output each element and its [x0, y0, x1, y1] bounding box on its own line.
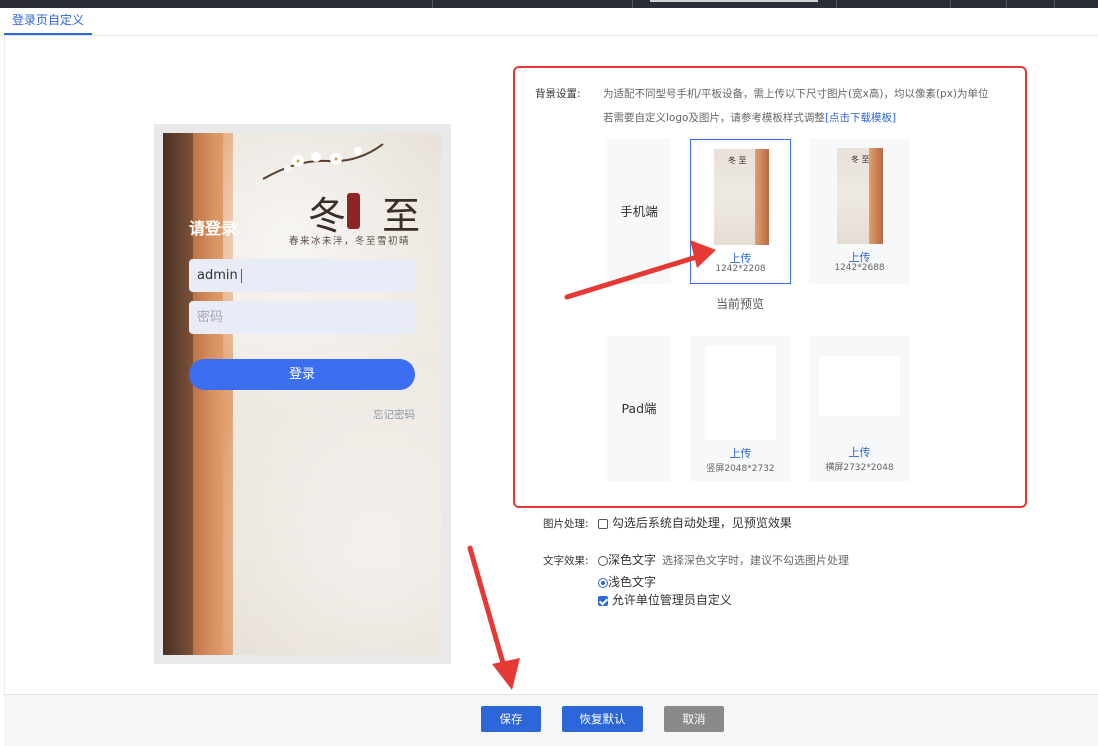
winter-solstice-title: 冬 至 [308, 194, 433, 238]
background-hint: 为适配不同型号手机/平板设备，需上传以下尺寸图片(宽x高)，均以像素(px)为单… [603, 88, 989, 100]
content-border [4, 36, 5, 696]
upload-link[interactable]: 上传 [690, 445, 791, 461]
size-label: 横屏2732*2048 [825, 463, 894, 473]
light-text-radio[interactable] [598, 577, 608, 588]
light-text-option[interactable]: 浅色文字 [598, 573, 656, 590]
tab-bar: 登录页自定义 [0, 8, 1098, 36]
image-processing-checkbox[interactable] [598, 518, 608, 529]
pad-card-landscape[interactable]: 上传 横屏2732*2048 [809, 336, 910, 481]
thumb-wood-decoration [755, 149, 769, 245]
toolbar-highlight [650, 0, 818, 2]
top-toolbar [0, 0, 1098, 8]
current-preview-label: 当前预览 [716, 297, 765, 311]
arrow-to-save-icon [467, 545, 520, 690]
size-label: 1242*2208 [715, 264, 766, 274]
toolbar-divider [632, 0, 633, 8]
poem-subtitle: 春来冰未泮，冬至雪初晴 [289, 236, 411, 247]
forgot-password-link[interactable]: 忘记密码 [373, 407, 415, 422]
allow-admin-option[interactable]: 允许单位管理员自定义 [598, 591, 732, 608]
toolbar-divider [1006, 0, 1007, 8]
save-button[interactable]: 保存 [481, 706, 541, 732]
toolbar-divider [1054, 0, 1055, 8]
text-effect-label: 文字效果: [543, 555, 589, 567]
thumb-title: 冬 至 [728, 156, 747, 165]
mobile-thumbnail: 冬 至 [714, 149, 769, 245]
pad-card-portrait[interactable]: 上传 竖屏2048*2732 [690, 336, 791, 481]
mobile-card-1242x2208[interactable]: 冬 至 上传 1242*2208 [690, 139, 791, 284]
size-label: 1242*2688 [834, 263, 885, 273]
mobile-card-1242x2688[interactable]: 冬 至 上传 1242*2688 [809, 139, 910, 284]
mobile-thumbnail: 冬 至 [837, 148, 883, 244]
upload-link[interactable]: 上传 [809, 444, 910, 460]
background-label: 背景设置: [535, 88, 581, 100]
phone-preview-frame: 冬 至 春来冰未泮，冬至雪初晴 请登录 admin 密码 登录 忘记密码 [154, 124, 451, 664]
wood-shadow-decoration [163, 133, 193, 655]
toolbar-divider [950, 0, 951, 8]
cancel-button[interactable]: 取消 [664, 706, 724, 732]
username-value: admin [197, 268, 238, 283]
phone-preview: 冬 至 春来冰未泮，冬至雪初晴 请登录 admin 密码 登录 忘记密码 [163, 133, 441, 655]
plum-blossom-icon [262, 143, 384, 180]
size-label: 竖屏2048*2732 [706, 464, 775, 474]
toolbar-divider [432, 0, 433, 8]
dark-text-note: 选择深色文字时，建议不勾选图片处理 [662, 554, 850, 567]
template-hint-text: 若需要自定义logo及图片，请参考模板样式调整 [603, 112, 825, 124]
mobile-row-label: 手机端 [607, 139, 671, 284]
image-processing-option[interactable]: 勾选后系统自动处理，见预览效果 [598, 514, 792, 531]
tab-login-page-custom[interactable]: 登录页自定义 [4, 8, 93, 35]
seal-stamp [347, 193, 360, 229]
pad-row-label: Pad端 [607, 336, 671, 481]
text-caret [240, 268, 242, 283]
light-text-label: 浅色文字 [608, 575, 657, 589]
allow-admin-label: 允许单位管理员自定义 [611, 593, 732, 607]
image-processing-label: 图片处理: [543, 518, 589, 530]
footer-bar [4, 694, 1098, 746]
reset-default-button[interactable]: 恢复默认 [562, 706, 643, 732]
pad-landscape-placeholder [819, 356, 900, 416]
allow-admin-checkbox[interactable] [598, 595, 608, 606]
template-hint: 若需要自定义logo及图片，请参考模板样式调整[点击下载模板] [603, 110, 896, 125]
dark-text-label: 深色文字 [608, 553, 657, 567]
login-button[interactable]: 登录 [189, 359, 415, 390]
thumb-wood-decoration [869, 148, 883, 244]
image-processing-text: 勾选后系统自动处理，见预览效果 [611, 516, 792, 530]
dark-text-option[interactable]: 深色文字 选择深色文字时，建议不勾选图片处理 [598, 551, 849, 568]
dark-text-radio[interactable] [598, 555, 608, 566]
login-title: 请登录 [189, 219, 238, 238]
password-input[interactable]: 密码 [189, 301, 415, 334]
username-input[interactable]: admin [189, 259, 415, 292]
thumb-title: 冬 至 [851, 155, 870, 164]
pad-portrait-placeholder [705, 346, 776, 440]
download-template-link[interactable]: [点击下载模板] [825, 112, 896, 124]
toolbar-divider [836, 0, 837, 8]
